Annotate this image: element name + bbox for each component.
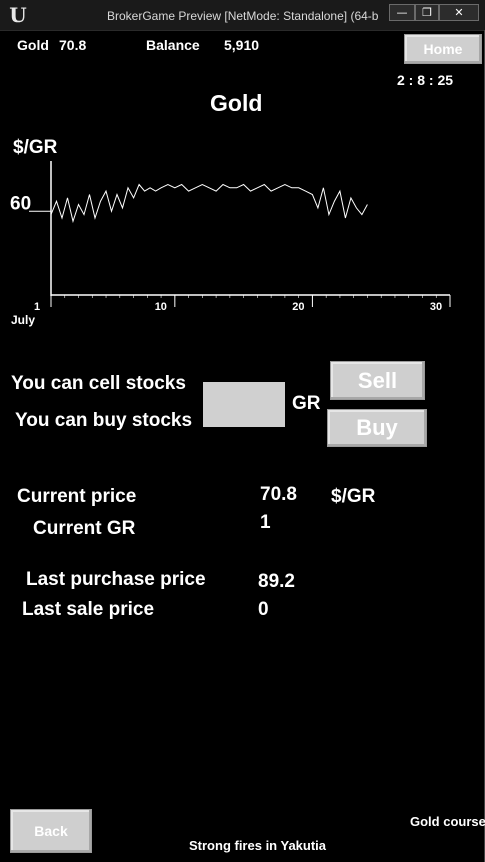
amount-input[interactable] xyxy=(203,382,285,427)
current-price-value: 70.8 xyxy=(260,484,297,505)
current-price-label: Current price xyxy=(17,486,137,507)
sell-prompt: You can cell stocks xyxy=(11,373,186,394)
x-tick-label: 20 xyxy=(292,301,304,313)
last-sale-value: 0 xyxy=(258,599,269,620)
commodity-price: 70.8 xyxy=(59,37,87,53)
balance-value: 5,910 xyxy=(224,37,260,53)
close-icon[interactable]: ✕ xyxy=(439,4,479,21)
balance-label: Balance xyxy=(146,37,200,53)
x-tick-label: 1 xyxy=(34,301,40,313)
sell-button[interactable]: Sell xyxy=(330,361,425,400)
price-chart: $/GR 60 1 10 20 30 July xyxy=(10,137,451,327)
buy-button[interactable]: Buy xyxy=(327,409,427,447)
last-sale-label: Last sale price xyxy=(22,599,155,620)
amount-unit: GR xyxy=(292,393,321,414)
course-label: Gold course xyxy=(410,814,485,829)
buy-prompt: You can buy stocks xyxy=(15,410,193,431)
current-gr-value: 1 xyxy=(260,512,271,533)
unreal-logo-icon: U xyxy=(9,3,27,27)
x-tick-label: 30 xyxy=(430,301,442,313)
current-price-unit: $/GR xyxy=(331,486,376,507)
commodity-label: Gold xyxy=(17,37,49,53)
game-timer: 2 : 8 : 25 xyxy=(397,72,454,88)
news-ticker: Strong fires in Yakutia xyxy=(189,838,327,853)
last-purchase-value: 89.2 xyxy=(258,571,295,592)
y-tick-label: 60 xyxy=(10,193,31,214)
last-purchase-label: Last purchase price xyxy=(26,569,206,590)
chart-title: Gold xyxy=(210,90,263,116)
x-tick-label: 10 xyxy=(155,301,167,313)
y-axis-label: $/GR xyxy=(13,137,58,158)
home-button[interactable]: Home xyxy=(404,34,482,64)
maximize-icon[interactable]: ❐ xyxy=(415,4,439,21)
window-title: BrokerGame Preview [NetMode: Standalone]… xyxy=(107,9,379,23)
current-gr-label: Current GR xyxy=(33,518,136,539)
window-titlebar[interactable]: U BrokerGame Preview [NetMode: Standalon… xyxy=(0,0,485,31)
minimize-icon[interactable]: — xyxy=(389,4,415,21)
back-button[interactable]: Back xyxy=(10,809,92,853)
x-axis-label: July xyxy=(11,313,35,327)
price-series-line xyxy=(50,183,368,224)
